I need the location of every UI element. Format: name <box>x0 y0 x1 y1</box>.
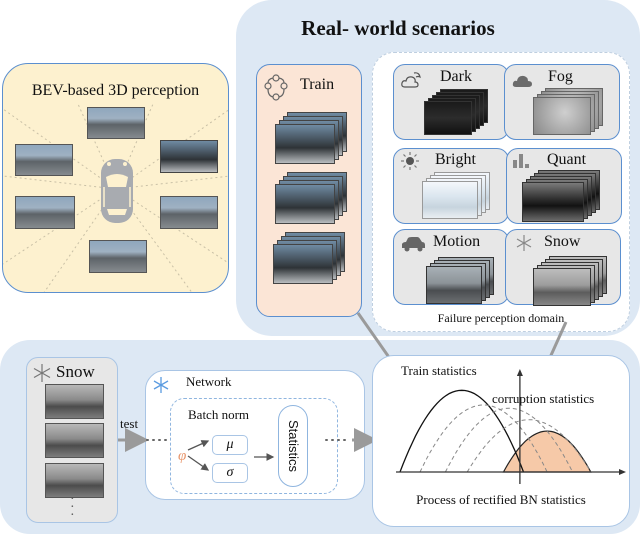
chart-title: Process of rectified BN statistics <box>416 492 586 507</box>
bn-statistics-chart <box>396 369 626 484</box>
x-axis-arrowhead <box>619 469 626 475</box>
y-axis-arrowhead <box>516 369 523 376</box>
phi-to-std-arrow <box>187 455 210 471</box>
chart-annotation-corruption: corruption statistics <box>492 391 595 406</box>
chart-annotation-train: Train statistics <box>401 363 477 378</box>
phi-to-mean-arrow <box>187 440 210 451</box>
series-corruption-statistics <box>502 430 592 473</box>
